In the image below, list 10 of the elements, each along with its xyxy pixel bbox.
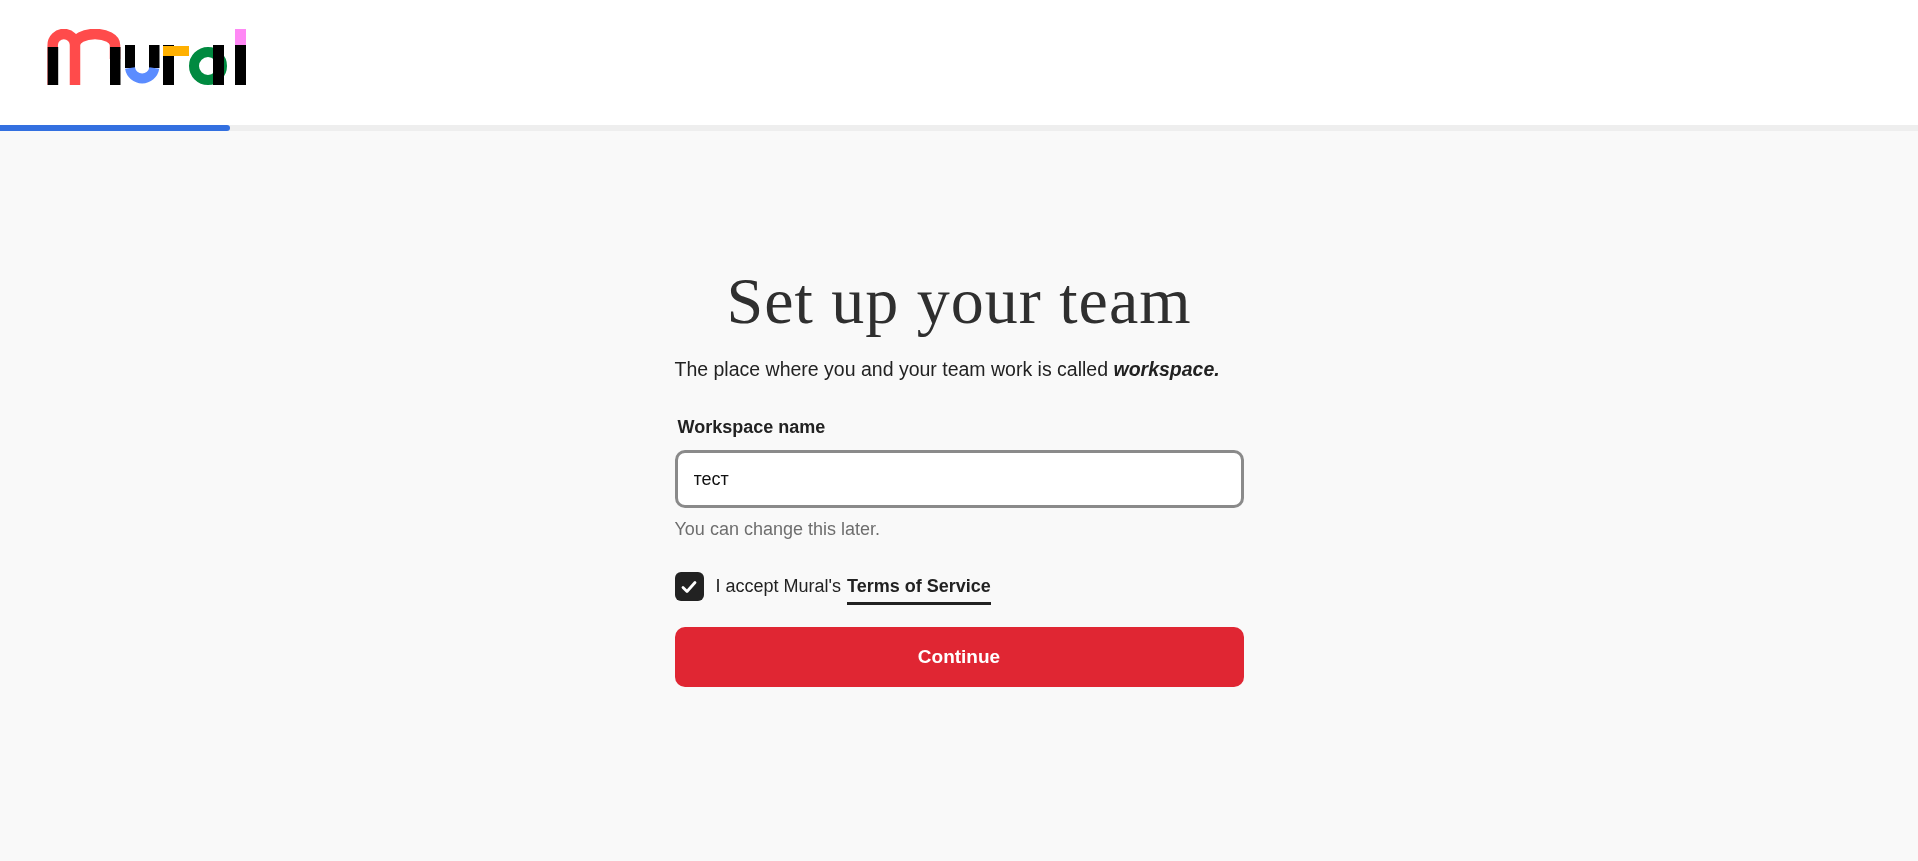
field-label: Workspace name [677, 416, 827, 440]
continue-button[interactable]: Continue [674, 627, 1244, 688]
workspace-name-field[interactable]: тест [674, 450, 1244, 509]
terms-checkbox[interactable] [674, 572, 704, 602]
terms-text: I accept Mural's [715, 575, 841, 599]
hint-text: You can change this later. [674, 518, 881, 542]
intro-text: The place where you and your team work is called workspace. [674, 357, 1221, 382]
checkmark-icon [681, 579, 697, 594]
page-title: Set up your team [725, 267, 1193, 335]
terms-link[interactable]: Terms of Service [847, 573, 991, 606]
